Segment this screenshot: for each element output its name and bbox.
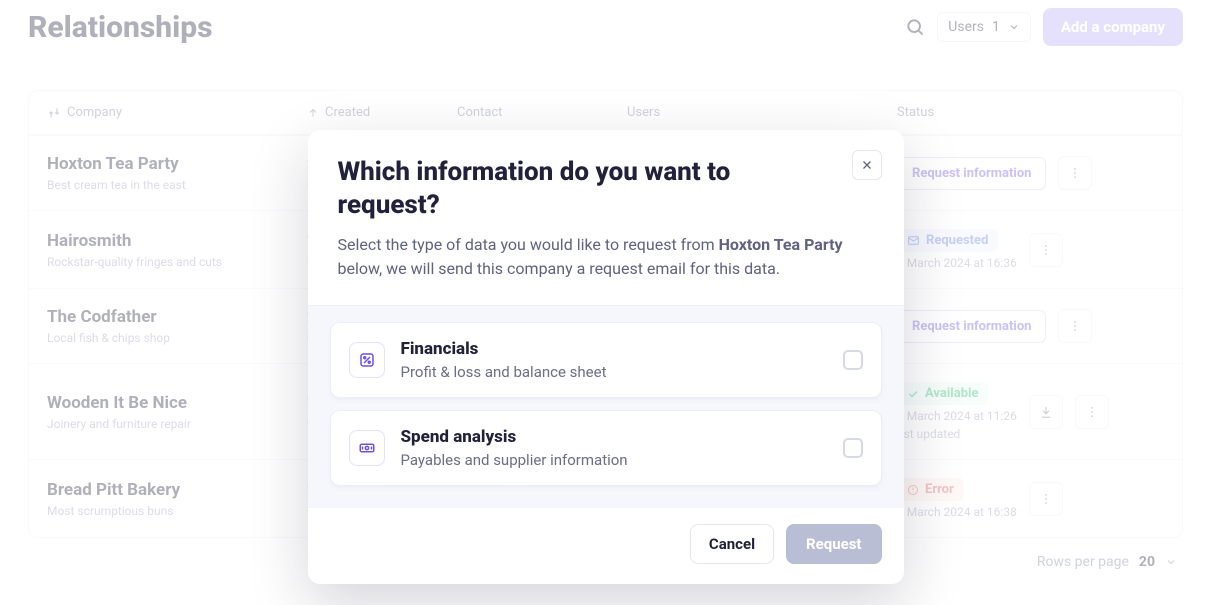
option-financials[interactable]: Financials Profit & loss and balance she…: [330, 322, 882, 398]
option-checkbox[interactable]: [843, 350, 863, 370]
option-sub: Profit & loss and balance sheet: [401, 363, 827, 381]
modal-description: Select the type of data you would like t…: [338, 233, 874, 281]
request-info-modal: Which information do you want to request…: [308, 130, 904, 584]
option-sub: Payables and supplier information: [401, 451, 827, 469]
money-icon: [349, 430, 385, 466]
cancel-button[interactable]: Cancel: [690, 524, 774, 564]
option-checkbox[interactable]: [843, 438, 863, 458]
close-button[interactable]: [852, 150, 882, 180]
percent-icon: [349, 342, 385, 378]
option-title: Financials: [401, 339, 827, 359]
modal-overlay: Which information do you want to request…: [0, 0, 1211, 605]
modal-title: Which information do you want to request…: [338, 156, 874, 221]
request-button[interactable]: Request: [786, 524, 881, 564]
close-icon: [860, 158, 874, 172]
option-title: Spend analysis: [401, 427, 827, 447]
option-spend-analysis[interactable]: Spend analysis Payables and supplier inf…: [330, 410, 882, 486]
